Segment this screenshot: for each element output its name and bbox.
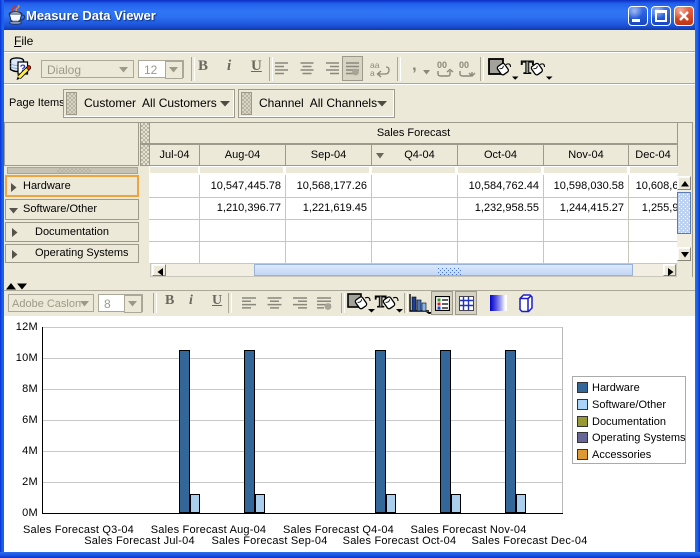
svg-text:a: a (370, 68, 375, 78)
svg-text:00: 00 (459, 60, 469, 70)
svg-text:00: 00 (437, 60, 447, 70)
